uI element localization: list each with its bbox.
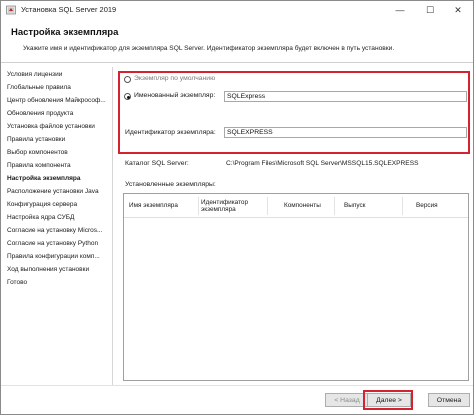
setup-window: Установка SQL Server 2019 — ☐ ✕ Настройк… [0,0,474,415]
sidebar-item[interactable]: Центр обновления Майкрософ... [7,97,111,107]
col-version[interactable]: Версия [416,194,466,218]
named-instance-radio[interactable] [124,93,131,100]
installed-instances-table[interactable]: Имя экземпляра Идентификатор экземпляра … [123,193,469,381]
sidebar-item[interactable]: Согласие на установку Micros... [7,227,111,237]
instance-highlight-box [118,71,470,154]
sidebar-item[interactable]: Условия лицензии [7,71,111,81]
instance-id-label: Идентификатор экземпляра: [125,129,216,136]
sidebar-item[interactable]: Обновления продукта [7,110,111,120]
page-title: Настройка экземпляра [11,27,119,38]
cancel-button[interactable]: Отмена [428,393,470,407]
footer-divider [1,385,473,386]
sql-server-setup-icon [6,5,16,15]
sidebar-item[interactable]: Согласие на установку Python [7,240,111,250]
sidebar-item[interactable]: Готово [7,279,111,289]
sidebar-item[interactable]: Расположение установки Java [7,188,111,198]
sidebar-item[interactable]: Ход выполнения установки [7,266,111,276]
sidebar-item[interactable]: Настройка экземпляра [7,175,111,185]
column-separator [402,197,403,215]
page-description: Укажите имя и идентификатор для экземпля… [23,45,395,52]
page-header: Настройка экземпляра Укажите имя и идент… [1,19,473,63]
catalog-label: Каталог SQL Server: [125,160,189,167]
catalog-path: C:\Program Files\Microsoft SQL Server\MS… [226,160,419,167]
sidebar-item[interactable]: Правила компонента [7,162,111,172]
sidebar-item[interactable]: Настройка ядра СУБД [7,214,111,224]
title-bar: Установка SQL Server 2019 — ☐ ✕ [1,1,473,19]
table-header: Имя экземпляра Идентификатор экземпляра … [124,194,468,218]
col-edition[interactable]: Выпуск [344,194,394,218]
column-separator [198,197,199,215]
steps-sidebar: Условия лицензии Глобальные правила Центр … [7,71,112,381]
default-instance-label: Экземпляр по умолчанию [134,75,216,82]
maximize-button[interactable]: ☐ [415,1,445,19]
sidebar-item[interactable]: Глобальные правила [7,84,111,94]
sidebar-item[interactable]: Конфигурация сервера [7,201,111,211]
named-instance-label: Именованный экземпляр: [134,92,216,99]
col-components[interactable]: Компоненты [284,194,344,218]
sidebar-divider [112,67,113,385]
instance-id-input[interactable]: SQLEXPRESS [224,127,467,138]
sidebar-item[interactable]: Выбор компонентов [7,149,111,159]
sidebar-item[interactable]: Правила конфигурации комп... [7,253,111,263]
col-instance-name[interactable]: Имя экземпляра [129,194,199,218]
sidebar-item[interactable]: Правила установки [7,136,111,146]
default-instance-radio[interactable] [124,76,131,83]
minimize-button[interactable]: — [385,1,415,19]
next-button[interactable]: Далее > [367,393,411,407]
window-title: Установка SQL Server 2019 [21,5,117,14]
installed-instances-label: Установленные экземпляры: [125,181,216,188]
close-button[interactable]: ✕ [443,1,473,19]
sidebar-item[interactable]: Установка файлов установки [7,123,111,133]
col-instance-id[interactable]: Идентификатор экземпляра [201,194,265,218]
column-separator [334,197,335,215]
column-separator [267,197,268,215]
named-instance-input[interactable]: SQLExpress [224,91,467,102]
